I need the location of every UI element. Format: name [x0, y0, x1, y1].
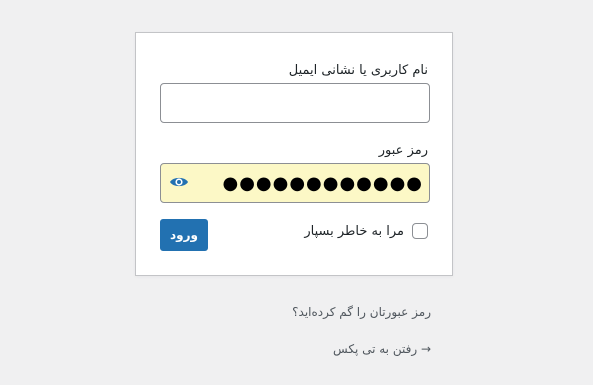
- password-label: رمز عبور: [378, 143, 428, 158]
- login-form: نام کاربری یا نشانی ایمیل رمز عبور مرا ب…: [135, 32, 453, 276]
- username-input[interactable]: [160, 83, 430, 123]
- eye-icon: [169, 175, 189, 192]
- login-button[interactable]: ورود: [160, 219, 208, 251]
- username-label: نام کاربری یا نشانی ایمیل: [288, 63, 428, 78]
- lost-password-link[interactable]: رمز عبورتان را گم کرده‌اید؟: [292, 305, 431, 319]
- password-input[interactable]: [160, 163, 430, 203]
- back-to-site-link[interactable]: → رفتن به تی پکس: [333, 342, 431, 356]
- show-password-button[interactable]: [166, 171, 192, 195]
- remember-me-checkbox[interactable]: [412, 223, 428, 239]
- password-field: [160, 163, 430, 203]
- remember-me-label[interactable]: مرا به خاطر بسپار: [304, 224, 404, 239]
- remember-me: مرا به خاطر بسپار: [304, 223, 428, 239]
